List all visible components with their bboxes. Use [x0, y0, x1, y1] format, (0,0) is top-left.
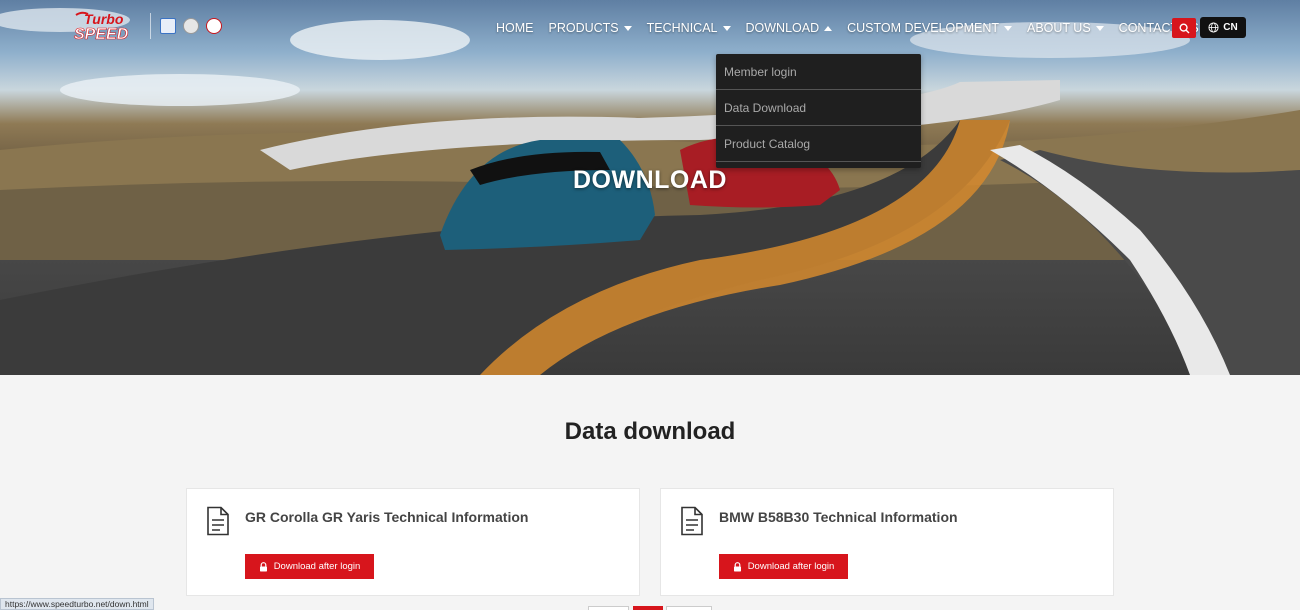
lock-icon — [733, 561, 741, 571]
nav-custom-development[interactable]: CUSTOM DEVELOPMENT — [847, 21, 1012, 35]
chevron-up-icon — [824, 25, 833, 31]
globe-icon — [1208, 22, 1219, 33]
pagination-next[interactable] — [666, 606, 712, 610]
nav-technical-label: TECHNICAL — [646, 21, 718, 35]
pagination-current[interactable] — [633, 606, 663, 610]
nav-home-label: HOME — [496, 21, 534, 35]
menu-item-product-catalog[interactable]: Product Catalog — [716, 126, 921, 162]
certification-badge-icon — [160, 18, 176, 34]
svg-text:Turbo: Turbo — [84, 11, 124, 27]
logo-separator — [150, 13, 151, 39]
document-icon — [207, 506, 229, 536]
nav-about-us[interactable]: ABOUT US — [1027, 21, 1104, 35]
lock-icon — [259, 561, 267, 571]
hero-title: DOWNLOAD — [573, 166, 727, 194]
search-icon — [1178, 22, 1189, 33]
status-bar-url: https://www.speedturbo.net/down.html — [0, 598, 154, 610]
card-title: GR Corolla GR Yaris Technical Informatio… — [245, 509, 529, 525]
document-icon — [681, 506, 703, 536]
site-header: Turbo SPEED HOME PRODUCTS TECHNICAL DOWN… — [0, 0, 1300, 56]
download-after-login-button[interactable]: Download after login — [245, 554, 374, 579]
section-title: Data download — [564, 418, 736, 445]
nav-products[interactable]: PRODUCTS — [549, 21, 632, 35]
card-title: BMW B58B30 Technical Information — [719, 509, 958, 525]
language-switch-button[interactable]: CN — [1200, 17, 1246, 38]
nav-products-label: PRODUCTS — [548, 21, 619, 35]
nav-download[interactable]: DOWNLOAD — [746, 21, 833, 35]
nav-technical[interactable]: TECHNICAL — [647, 21, 731, 35]
download-button-label: Download after login — [273, 561, 361, 572]
main-nav: HOME PRODUCTS TECHNICAL DOWNLOAD CUSTOM … — [496, 18, 1227, 38]
svg-text:SPEED: SPEED — [74, 26, 129, 43]
download-after-login-button[interactable]: Download after login — [719, 554, 848, 579]
download-dropdown-menu: Member login Data Download Product Catal… — [716, 54, 921, 168]
nav-about-us-label: ABOUT US — [1027, 21, 1091, 35]
chevron-down-icon — [1095, 25, 1104, 31]
certification-seal-icon — [183, 18, 199, 34]
nav-custom-development-label: CUSTOM DEVELOPMENT — [847, 21, 999, 35]
download-card: BMW B58B30 Technical Information Downloa… — [660, 488, 1114, 596]
menu-item-data-download[interactable]: Data Download — [716, 90, 921, 126]
chevron-down-icon — [1004, 25, 1012, 31]
search-button[interactable] — [1172, 18, 1196, 38]
brand-logo-icon: Turbo SPEED — [72, 9, 144, 43]
pagination-prev[interactable] — [588, 606, 629, 610]
download-button-label: Download after login — [747, 561, 835, 572]
download-card: GR Corolla GR Yaris Technical Informatio… — [186, 488, 640, 596]
chevron-down-icon — [623, 25, 632, 31]
language-label: CN — [1223, 22, 1238, 33]
menu-item-member-login[interactable]: Member login — [716, 54, 921, 90]
chevron-down-icon — [722, 25, 731, 31]
nav-contact-us[interactable]: CONTACT US — [1119, 21, 1212, 35]
nav-download-label: DOWNLOAD — [745, 21, 820, 35]
hero-banner: DOWNLOAD — [0, 0, 1300, 375]
nav-home[interactable]: HOME — [496, 21, 534, 35]
logo[interactable]: Turbo SPEED — [72, 8, 247, 44]
certification-emblem-icon — [206, 18, 222, 34]
